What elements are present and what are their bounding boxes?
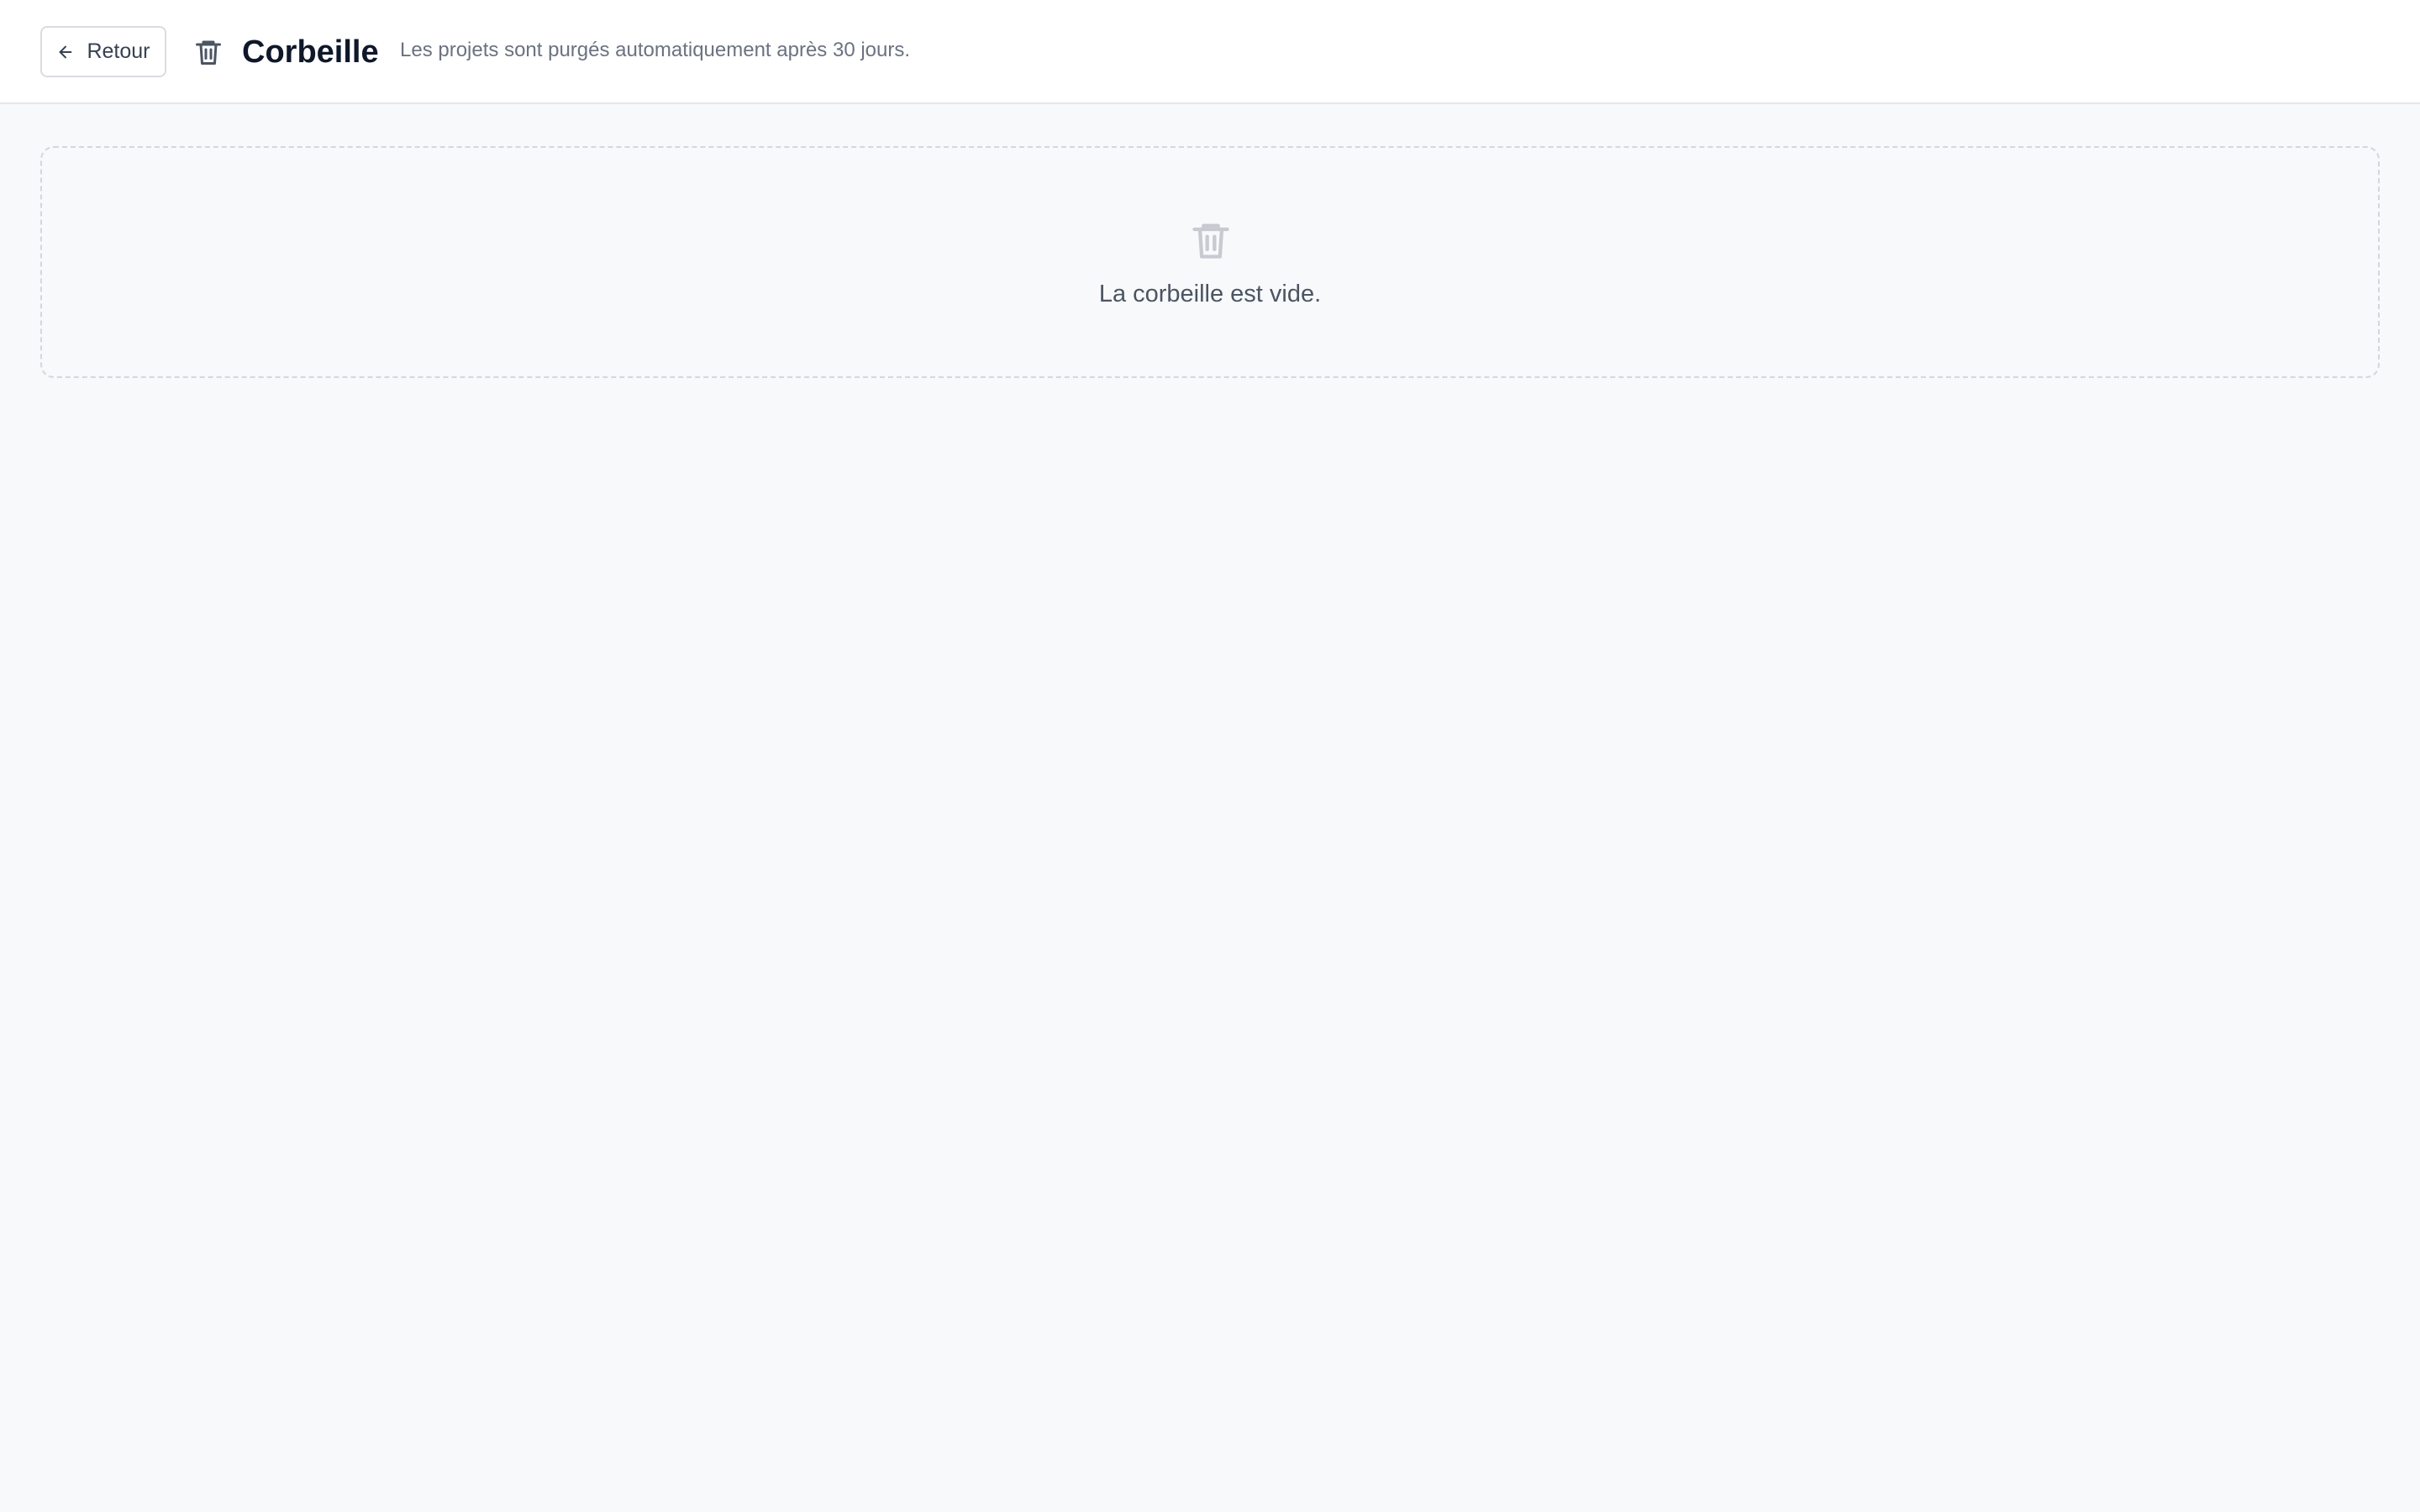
empty-state-panel: La corbeille est vide. <box>40 146 2380 378</box>
back-button-label: Retour <box>87 39 150 63</box>
page-title-group: Corbeille <box>192 24 379 81</box>
back-button[interactable]: Retour <box>40 26 166 77</box>
trash-icon <box>1187 215 1234 265</box>
page-title: Corbeille <box>242 34 379 70</box>
arrow-left-icon <box>56 43 75 61</box>
empty-state-message: La corbeille est vide. <box>1098 281 1322 307</box>
top-header: Retour Corbeille Les projets sont purgés… <box>0 0 2420 104</box>
trash-icon <box>192 35 225 69</box>
page-subtitle: Les projets sont purgés automatiquement … <box>400 39 911 61</box>
